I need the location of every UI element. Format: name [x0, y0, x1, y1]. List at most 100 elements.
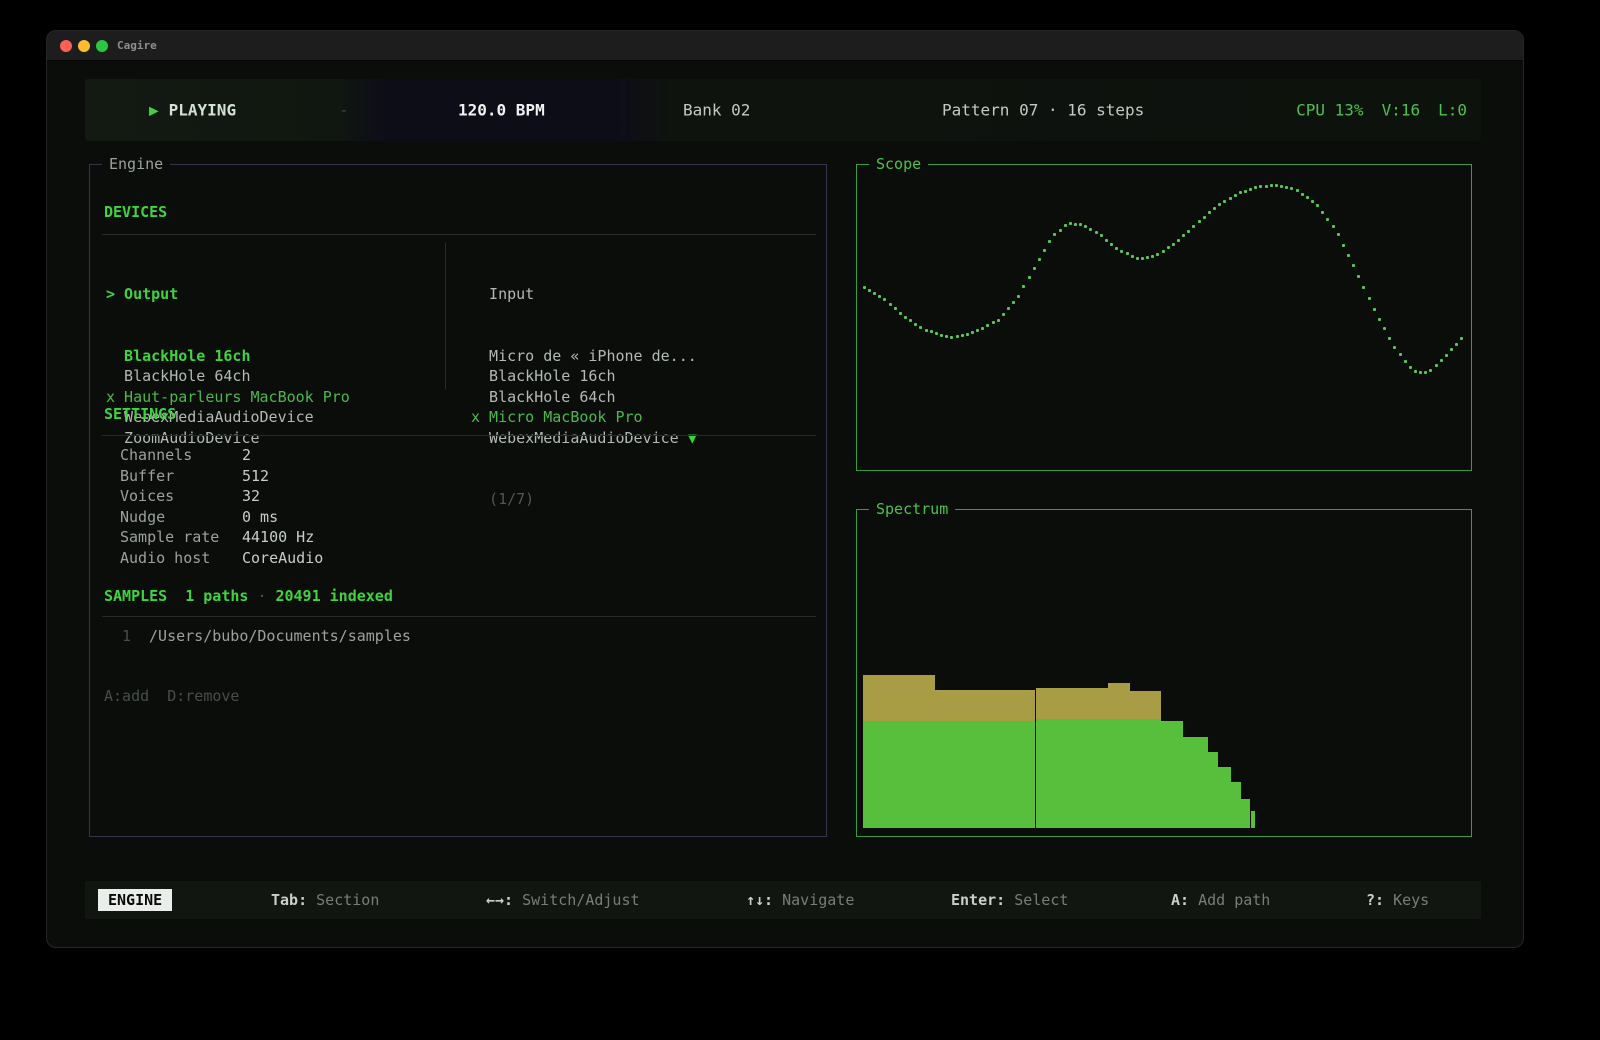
sample-path-row[interactable]: 1/Users/bubo/Documents/samples: [122, 626, 411, 647]
scope-dot: [914, 323, 917, 326]
settings-row[interactable]: Buffer512: [120, 466, 323, 487]
samples-keys-hint: A:add D:remove: [104, 687, 239, 705]
transport-label: PLAYING: [169, 101, 236, 120]
scope-dot: [899, 312, 902, 315]
device-item-prefix: [471, 387, 489, 408]
bank-display: Bank 02: [683, 101, 750, 120]
spectrum-bar-peak: [934, 690, 1035, 721]
scope-dot: [1326, 218, 1329, 221]
footer-hint: Enter: Select: [951, 891, 1068, 909]
scope-dot: [1306, 196, 1309, 199]
scope-dot: [1213, 207, 1216, 210]
spectrum-bar-peak: [1129, 691, 1161, 719]
scope-dot: [1296, 189, 1299, 192]
scope-dot: [1156, 253, 1159, 256]
footer-hint-key: Tab:: [271, 891, 316, 909]
footer-hint: ←→: Switch/Adjust: [486, 891, 640, 909]
scope-dot: [1270, 184, 1273, 187]
settings-row[interactable]: Sample rate44100 Hz: [120, 527, 323, 548]
scope-dot: [1409, 366, 1412, 369]
footer-bar: ENGINE Tab: Section←→: Switch/Adjust↑↓: …: [85, 881, 1481, 919]
scope-dot: [1095, 231, 1098, 234]
scope-dot: [1290, 187, 1293, 190]
scope-panel: Scope: [856, 164, 1472, 471]
scope-dot: [1337, 233, 1340, 236]
device-item[interactable]: xMicro MacBook Pro: [471, 407, 697, 428]
spectrum-bar-level: [1129, 719, 1161, 828]
footer-hint: ?: Keys: [1366, 891, 1429, 909]
setting-label: Channels: [120, 445, 242, 466]
minimize-button[interactable]: [78, 40, 90, 52]
settings-row[interactable]: Audio hostCoreAudio: [120, 548, 323, 569]
device-item-label: Micro de « iPhone de...: [489, 347, 697, 365]
scope-dot: [1383, 327, 1386, 330]
input-pager: (1/7): [489, 490, 534, 508]
divider: [102, 234, 816, 235]
scope-dot: [1089, 228, 1092, 231]
settings-list: Channels2Buffer512Voices32Nudge0 msSampl…: [120, 445, 323, 568]
input-device-list: Micro de « iPhone de... BlackHole 16ch B…: [471, 346, 697, 449]
cpu-indicator: CPU 13%: [1296, 101, 1363, 120]
device-item[interactable]: BlackHole 16ch: [106, 346, 350, 367]
scope-dot: [1311, 200, 1314, 203]
scope-dot: [1074, 223, 1077, 226]
scope-dot: [1187, 230, 1190, 233]
device-item[interactable]: BlackHole 64ch: [106, 366, 350, 387]
settings-row[interactable]: Channels2: [120, 445, 323, 466]
device-item[interactable]: BlackHole 64ch: [471, 387, 697, 408]
scope-dot: [1347, 254, 1350, 257]
zoom-button[interactable]: [96, 40, 108, 52]
scope-dot: [904, 316, 907, 319]
footer-hint-label: Switch/Adjust: [522, 891, 639, 909]
device-item-label: BlackHole 64ch: [124, 367, 250, 385]
mode-badge[interactable]: ENGINE: [98, 889, 172, 911]
scope-dot: [1455, 343, 1458, 346]
scope-dot: [1419, 371, 1422, 374]
pager-indent: [471, 489, 489, 510]
window-title: Cagire: [117, 39, 157, 52]
scope-dot: [1234, 194, 1237, 197]
device-item[interactable]: WebexMediaAudioDevice ▼: [471, 428, 697, 449]
scope-dot: [1208, 211, 1211, 214]
spectrum-bar-peak: [863, 675, 935, 721]
input-pager-row: (1/7): [471, 489, 697, 510]
scope-dot: [1048, 240, 1051, 243]
setting-label: Audio host: [120, 548, 242, 569]
scope-dot: [1100, 234, 1103, 237]
scope-dot: [966, 333, 969, 336]
samples-paths-count: 1 paths: [185, 587, 248, 605]
scope-dot: [971, 331, 974, 334]
settings-row[interactable]: Voices32: [120, 486, 323, 507]
scope-dot: [1105, 239, 1108, 242]
scope-dot: [873, 292, 876, 295]
device-item-label: Micro MacBook Pro: [489, 408, 643, 426]
input-column-header: Input: [471, 284, 697, 305]
scope-dot: [1357, 275, 1360, 278]
footer-hint-key: A:: [1171, 891, 1198, 909]
latency-indicator: L:0: [1438, 101, 1467, 120]
setting-value: CoreAudio: [242, 549, 323, 567]
scope-dot: [1399, 353, 1402, 356]
scope-dot: [930, 330, 933, 333]
scope-dot: [1259, 185, 1262, 188]
footer-hint-key: ←→:: [486, 891, 522, 909]
spectrum-bar-level: [1208, 752, 1218, 828]
device-item-label: BlackHole 16ch: [489, 367, 615, 385]
device-item[interactable]: xHaut-parleurs MacBook Pro: [106, 387, 350, 408]
output-column-header: >Output: [106, 284, 350, 305]
scope-dot: [1218, 203, 1221, 206]
settings-row[interactable]: Nudge0 ms: [120, 507, 323, 528]
device-item-prefix: [471, 366, 489, 387]
close-button[interactable]: [60, 40, 72, 52]
spectrum-bar-level: [863, 721, 935, 828]
scope-dot: [1028, 276, 1031, 279]
column-divider: [445, 243, 446, 389]
device-item[interactable]: Micro de « iPhone de...: [471, 346, 697, 367]
scope-dot: [1280, 185, 1283, 188]
spectrum-bar-level: [1036, 719, 1108, 828]
scope-dot: [1301, 193, 1304, 196]
spectrum-bar-level: [1240, 799, 1250, 828]
device-item[interactable]: BlackHole 16ch: [471, 366, 697, 387]
scope-dot: [1012, 301, 1015, 304]
scope-dot: [894, 307, 897, 310]
